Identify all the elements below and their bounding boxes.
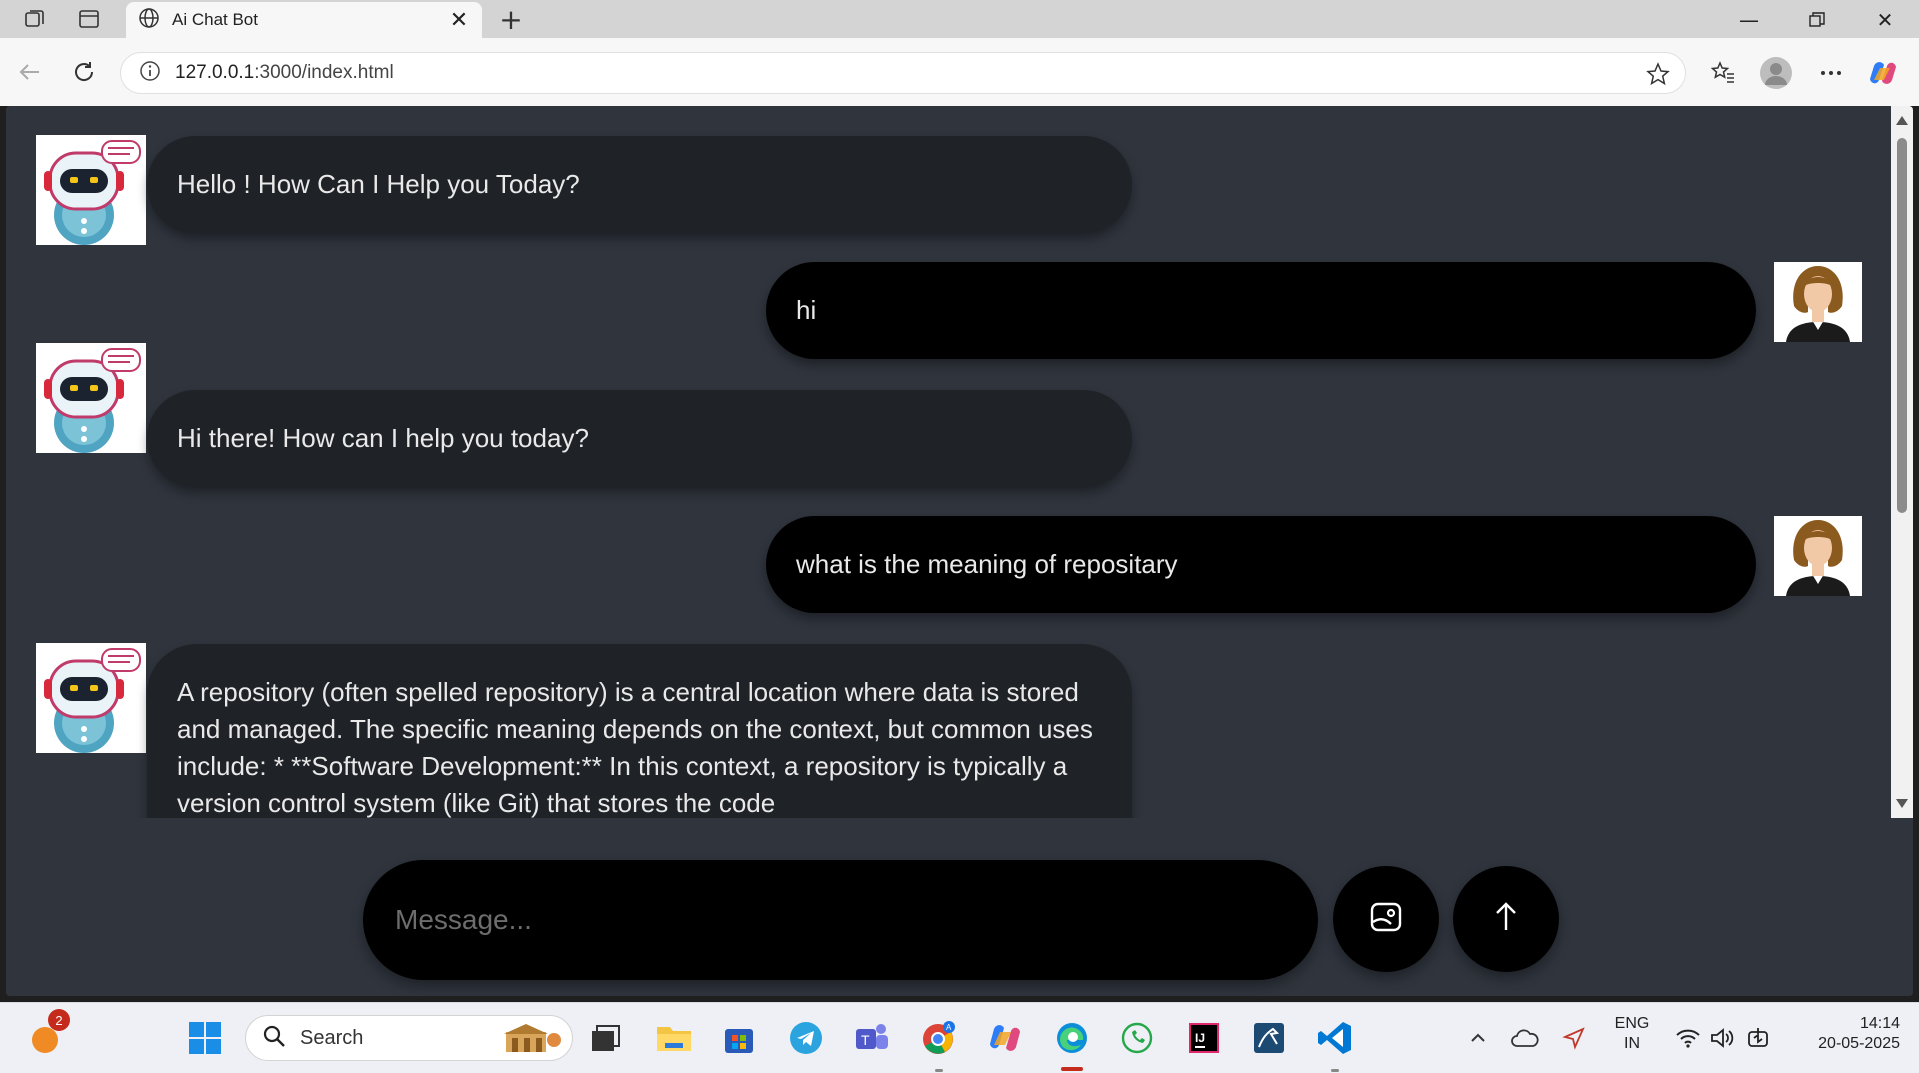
tab-title: Ai Chat Bot	[172, 10, 258, 29]
task-view-icon[interactable]	[582, 1015, 628, 1061]
favorite-star-icon[interactable]	[1645, 61, 1671, 87]
microsoft-store-icon[interactable]	[716, 1015, 762, 1061]
mysql-workbench-icon[interactable]	[1246, 1015, 1292, 1061]
clock-date: 20-05-2025	[1818, 1035, 1900, 1052]
message-text: Hello ! How Can I Help you Today?	[177, 169, 580, 199]
svg-text:IJ: IJ	[1195, 1031, 1205, 1045]
user-message: hi	[766, 262, 1756, 359]
arrow-up-icon	[1491, 900, 1521, 938]
message-text: Hi there! How can I help you today?	[177, 423, 589, 453]
scroll-thumb[interactable]	[1897, 138, 1907, 513]
search-highlight-icon	[498, 1022, 562, 1060]
telegram-icon[interactable]	[783, 1015, 829, 1061]
language-code: ENG	[1614, 1015, 1650, 1032]
bot-message: A repository (often spelled repository) …	[147, 644, 1132, 818]
edge-icon[interactable]	[1049, 1015, 1095, 1061]
search-label: Search	[300, 1026, 364, 1049]
refresh-icon[interactable]	[68, 56, 100, 88]
browser-titlebar: Ai Chat Bot ✕ + — ✕	[0, 0, 1919, 38]
location-arrow-icon[interactable]	[1552, 1015, 1596, 1061]
address-bar[interactable]: 127.0.0.1:3000/index.html	[120, 52, 1686, 94]
workspaces-icon[interactable]	[22, 6, 48, 32]
file-explorer-icon[interactable]	[651, 1015, 697, 1061]
user-avatar	[1774, 516, 1862, 596]
message-text: A repository (often spelled repository) …	[177, 677, 1093, 818]
running-indicator	[1331, 1069, 1339, 1072]
globe-icon	[138, 7, 160, 33]
new-tab-button[interactable]: +	[496, 3, 526, 36]
language-indicator[interactable]: ENG IN	[1610, 1015, 1654, 1053]
bot-avatar	[36, 643, 146, 753]
close-tab-icon[interactable]: ✕	[446, 7, 472, 33]
send-button[interactable]	[1453, 866, 1559, 972]
image-upload-button[interactable]	[1333, 866, 1439, 972]
copilot-app-icon[interactable]	[982, 1015, 1028, 1061]
vscode-icon[interactable]	[1312, 1015, 1358, 1061]
restore-button[interactable]	[1790, 4, 1844, 36]
chat-scrollbar[interactable]	[1891, 106, 1913, 818]
running-indicator	[935, 1069, 943, 1072]
bot-message: Hi there! How can I help you today?	[147, 390, 1132, 487]
svg-text:A: A	[946, 1023, 952, 1032]
chat-page: Hello ! How Can I Help you Today? hi Hi …	[6, 106, 1913, 996]
notification-badge: 2	[48, 1009, 70, 1031]
active-app-indicator	[1061, 1067, 1083, 1071]
windows-taskbar: 2 Search T A IJ ENG IN 14:14 20-05-2025	[0, 1002, 1919, 1073]
user-message: what is the meaning of repositary	[766, 516, 1756, 613]
chat-container[interactable]: Hello ! How Can I Help you Today? hi Hi …	[6, 106, 1891, 818]
bot-avatar	[36, 135, 146, 245]
battery-charging-icon[interactable]	[1736, 1015, 1780, 1061]
minimize-button[interactable]: —	[1722, 4, 1776, 36]
back-icon[interactable]	[14, 56, 46, 88]
close-window-button[interactable]: ✕	[1858, 4, 1912, 36]
onedrive-icon[interactable]	[1503, 1015, 1547, 1061]
message-composer	[6, 818, 1913, 996]
copilot-icon[interactable]	[1868, 58, 1898, 88]
url-path: :3000/index.html	[254, 62, 394, 83]
user-avatar	[1774, 262, 1862, 342]
bot-message: Hello ! How Can I Help you Today?	[147, 136, 1132, 233]
scroll-down-arrow[interactable]	[1896, 799, 1908, 808]
browser-toolbar: 127.0.0.1:3000/index.html	[0, 38, 1919, 106]
taskbar-search[interactable]: Search	[245, 1015, 573, 1061]
favorites-icon[interactable]	[1708, 58, 1738, 88]
intellij-icon[interactable]: IJ	[1181, 1015, 1227, 1061]
clock-time: 14:14	[1859, 1015, 1900, 1032]
tab-actions-icon[interactable]	[76, 6, 102, 32]
language-region: IN	[1624, 1035, 1640, 1052]
svg-text:T: T	[861, 1032, 870, 1048]
url-text: 127.0.0.1:3000/index.html	[175, 62, 394, 84]
tab-ai-chat-bot[interactable]: Ai Chat Bot ✕	[126, 2, 482, 38]
more-options-icon[interactable]	[1816, 58, 1846, 88]
message-text: hi	[796, 295, 817, 325]
message-input[interactable]	[363, 860, 1318, 980]
profile-avatar-icon[interactable]	[1759, 56, 1793, 90]
windows-start-icon[interactable]	[182, 1015, 228, 1061]
teams-icon[interactable]: T	[849, 1015, 895, 1061]
whatsapp-icon[interactable]	[1114, 1015, 1160, 1061]
show-hidden-icons-chevron-icon[interactable]	[1456, 1015, 1500, 1061]
info-icon[interactable]	[139, 60, 161, 86]
message-text: what is the meaning of repositary	[796, 549, 1178, 579]
chrome-icon[interactable]: A	[916, 1015, 962, 1061]
image-icon	[1369, 900, 1403, 938]
clock[interactable]: 14:14 20-05-2025	[1790, 1015, 1900, 1053]
bot-avatar	[36, 343, 146, 453]
url-host: 127.0.0.1	[175, 62, 255, 83]
search-icon	[262, 1024, 286, 1052]
scroll-up-arrow[interactable]	[1896, 116, 1908, 125]
